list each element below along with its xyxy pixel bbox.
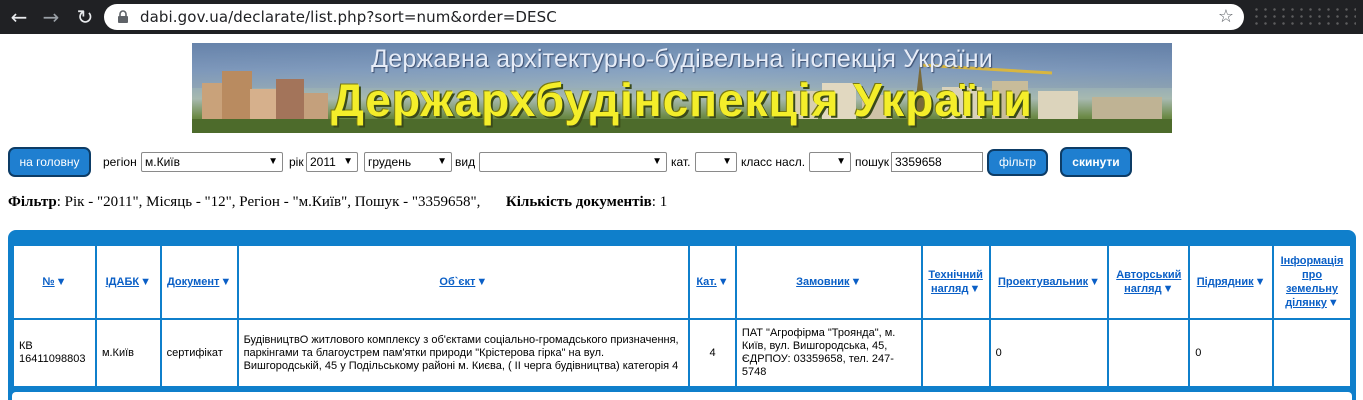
url-text: dabi.gov.ua/declarate/list.php?sort=num&… — [140, 8, 557, 26]
reset-button[interactable]: скинути — [1060, 147, 1132, 177]
cell-author-supervision — [1109, 320, 1189, 386]
region-select[interactable]: м.Київ ▼ — [141, 152, 283, 172]
document-count-label: Кількість документів — [505, 194, 652, 210]
sort-arrow-icon: ▼ — [1089, 276, 1100, 288]
table-header-row: №▼ ІДАБК▼ Документ▼ Об`єкт▼ Кат.▼ Замовн… — [14, 246, 1350, 318]
col-header-document[interactable]: Документ▼ — [161, 246, 237, 318]
dropdown-arrow-icon: ▼ — [268, 156, 278, 167]
col-header-land-info[interactable]: Інформація про земельну ділянку▼ — [1274, 246, 1350, 318]
reload-icon[interactable]: ↻ — [72, 4, 98, 30]
sort-arrow-icon: ▼ — [476, 276, 488, 288]
search-label: пошук — [855, 155, 890, 169]
col-header-tech-supervision[interactable]: Технічний нагляд▼ — [922, 246, 989, 318]
address-bar[interactable]: dabi.gov.ua/declarate/list.php?sort=num&… — [104, 4, 1244, 30]
col-header-object[interactable]: Об`єкт▼ — [238, 246, 689, 318]
filter-summary: Фільтр: Рік - "2011", Місяць - "12", Рег… — [8, 194, 667, 211]
sort-arrow-icon: ▼ — [140, 276, 151, 288]
bookmark-star-icon[interactable]: ☆ — [1218, 6, 1234, 27]
back-arrow-icon[interactable]: ← — [6, 4, 32, 30]
results-table: №▼ ІДАБК▼ Документ▼ Об`єкт▼ Кат.▼ Замовн… — [12, 244, 1352, 388]
cell-idabk: м.Київ — [96, 320, 160, 386]
sort-arrow-icon: ▼ — [55, 276, 67, 288]
dropdown-arrow-icon: ▼ — [722, 156, 732, 167]
year-value: 2011 — [310, 155, 336, 169]
col-header-designer[interactable]: Проектувальник▼ — [990, 246, 1108, 318]
sort-arrow-icon: ▼ — [220, 276, 232, 288]
lock-icon — [118, 10, 128, 23]
col-header-customer[interactable]: Замовник▼ — [736, 246, 921, 318]
year-select[interactable]: 2011 ▼ — [306, 152, 358, 172]
year-label: рік — [289, 155, 304, 169]
home-button[interactable]: на головну — [8, 147, 91, 177]
table-row: КВ 16411098803 м.Київ сертифікат Будівни… — [14, 320, 1350, 386]
col-header-idabk[interactable]: ІДАБК▼ — [96, 246, 160, 318]
filter-button[interactable]: фільтр — [987, 149, 1048, 176]
sort-arrow-icon: ▼ — [1327, 297, 1339, 309]
banner-title: Держархбудінспекція України — [331, 74, 1033, 126]
background-pattern — [1252, 6, 1356, 28]
category-label: кат. — [671, 155, 691, 169]
next-row-edge — [12, 392, 1352, 400]
cell-tech-supervision — [922, 320, 989, 386]
filter-summary-text: : Рік - "2011", Місяць - "12", Регіон - … — [56, 194, 481, 210]
month-select[interactable]: грудень ▼ — [364, 152, 452, 172]
type-label: вид — [455, 155, 476, 169]
col-header-contractor[interactable]: Підрядник▼ — [1190, 246, 1272, 318]
cell-contractor: 0 — [1190, 320, 1272, 386]
filter-summary-label: Фільтр — [8, 194, 57, 210]
site-banner: Державна архітектурно-будівельна інспекц… — [192, 43, 1172, 133]
banner-subtitle: Державна архітектурно-будівельна інспекц… — [371, 45, 993, 73]
document-count-value: : 1 — [651, 194, 668, 210]
region-label: регіон — [103, 155, 137, 169]
dropdown-arrow-icon: ▼ — [836, 156, 846, 167]
cell-category: 4 — [690, 320, 735, 386]
dropdown-arrow-icon: ▼ — [437, 156, 447, 167]
sort-arrow-icon: ▼ — [850, 276, 862, 288]
cell-object: БудівництвО житлового комплексу з об'єкт… — [238, 320, 689, 386]
cell-designer: 0 — [990, 320, 1108, 386]
col-header-category[interactable]: Кат.▼ — [690, 246, 735, 318]
col-header-author-supervision[interactable]: Авторський нагляд▼ — [1109, 246, 1189, 318]
search-input[interactable]: 3359658 — [891, 152, 983, 172]
sort-arrow-icon: ▼ — [969, 283, 981, 295]
browser-toolbar: ← → ↻ dabi.gov.ua/declarate/list.php?sor… — [0, 0, 1363, 34]
forward-arrow-icon[interactable]: → — [38, 4, 64, 30]
category-select[interactable]: ▼ — [695, 152, 737, 172]
cell-document: сертифікат — [161, 320, 237, 386]
class-label: класс насл. — [741, 155, 806, 169]
sort-arrow-icon: ▼ — [717, 276, 729, 288]
cell-land-info — [1274, 320, 1350, 386]
cell-num: КВ 16411098803 — [14, 320, 95, 386]
sort-arrow-icon: ▼ — [1162, 283, 1174, 295]
cell-customer: ПАТ "Агрофірма "Троянда", м. Київ, вул. … — [736, 320, 921, 386]
dropdown-arrow-icon: ▼ — [343, 156, 353, 167]
col-header-num[interactable]: №▼ — [14, 246, 95, 318]
month-value: грудень — [368, 155, 412, 169]
region-value: м.Київ — [145, 155, 180, 169]
results-table-frame: №▼ ІДАБК▼ Документ▼ Об`єкт▼ Кат.▼ Замовн… — [8, 230, 1356, 400]
dropdown-arrow-icon: ▼ — [652, 156, 662, 167]
sort-arrow-icon: ▼ — [1254, 276, 1266, 288]
type-select[interactable]: ▼ — [479, 152, 667, 172]
class-select[interactable]: ▼ — [809, 152, 851, 172]
